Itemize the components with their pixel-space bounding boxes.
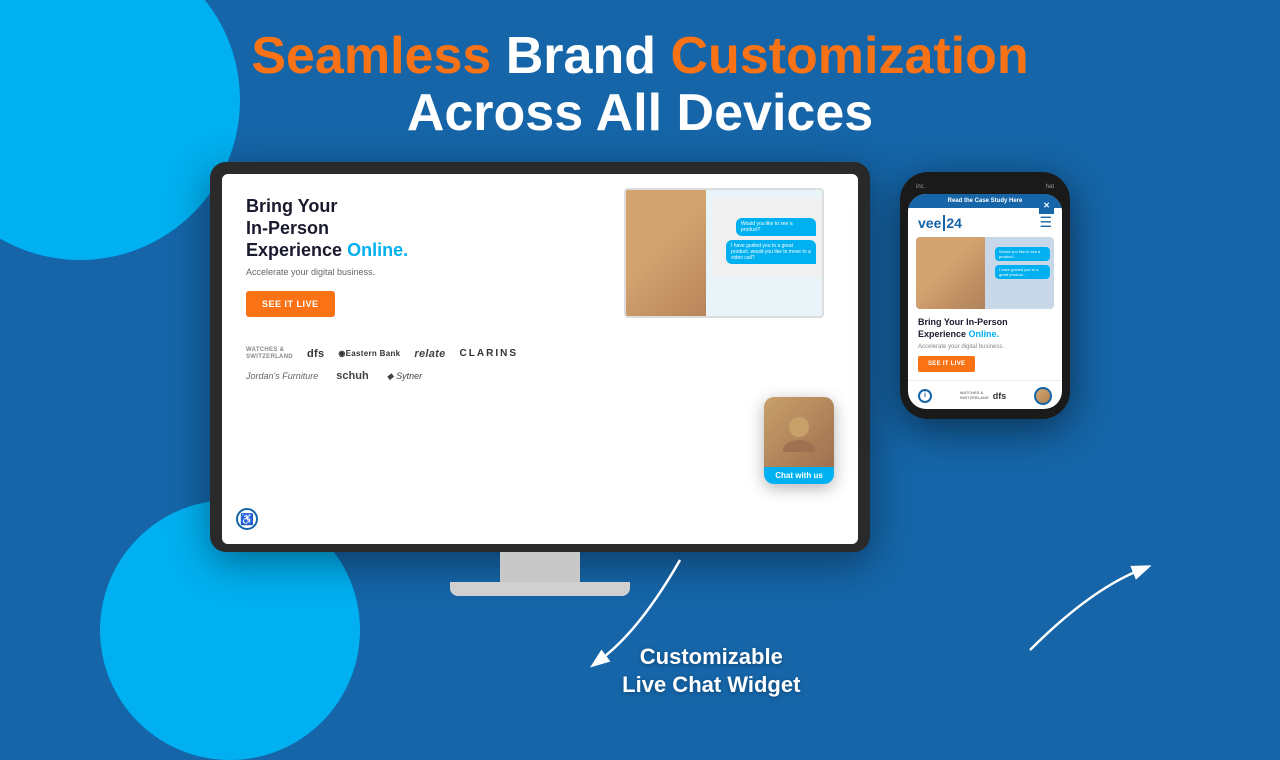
main-headline: Seamless Brand Customization Across All … xyxy=(0,28,1280,142)
hamburger-menu-icon[interactable]: ☰ xyxy=(1039,214,1052,231)
monitor-frame: Bring Your In-Person Experience Online. … xyxy=(210,162,870,552)
phone-logo: vee24 xyxy=(918,215,962,231)
chat-bubble-1: Would you like to see a product? xyxy=(736,218,816,236)
header: Seamless Brand Customization Across All … xyxy=(0,0,1280,152)
screen-logos-row1: WATCHES &SWITZERLAND dfs ◉Eastern Bank r… xyxy=(246,347,834,360)
logo-sytner: ◆ Sytner xyxy=(387,371,422,382)
screen-cta-button[interactable]: SEE IT LIVE xyxy=(246,291,335,317)
person-avatar-icon xyxy=(779,412,819,452)
headline-customization: Customization xyxy=(670,27,1028,85)
phone-logo-watches: WATCHES &SWITZERLAND xyxy=(960,391,989,400)
video-person xyxy=(626,190,706,316)
monitor-stand-neck xyxy=(500,552,580,582)
chat-bubble-2: I have guided you to a great product, wo… xyxy=(726,240,816,264)
phone-avatar xyxy=(1034,387,1052,405)
phone-time-text: hat xyxy=(1046,184,1054,190)
phone-content: Bring Your In-Person Experience Online. … xyxy=(908,309,1062,375)
phone-tagline: Accelerate your digital business. xyxy=(918,344,1052,350)
phone-bottom-bar: i WATCHES &SWITZERLAND dfs xyxy=(908,380,1062,409)
desktop-mockup: Bring Your In-Person Experience Online. … xyxy=(210,162,870,596)
logo-schuh: schuh xyxy=(336,370,368,382)
phone-headline-line1: Bring Your In-Person xyxy=(918,317,1008,327)
phone-notch-bar: inc. hat xyxy=(908,182,1062,194)
phone-mockup: inc. hat Read the Case Study Here ✕ vee2… xyxy=(900,172,1070,418)
phone-video-area: Would you like to see a product? I have … xyxy=(916,237,1054,309)
phone-top-banner[interactable]: Read the Case Study Here ✕ xyxy=(908,194,1062,208)
logo-clarins: CLARINS xyxy=(460,348,518,359)
logo-jordans: Jordan's Furniture xyxy=(246,371,318,381)
main-content: Bring Your In-Person Experience Online. … xyxy=(0,162,1280,596)
phone-cta-button[interactable]: SEE IT LIVE xyxy=(918,356,975,372)
phone-headline-online: Online. xyxy=(969,329,1000,339)
screen-video-area: Would you like to see a product? I have … xyxy=(624,188,844,318)
screen-inner: Bring Your In-Person Experience Online. … xyxy=(222,174,858,544)
phone-headline: Bring Your In-Person Experience Online. xyxy=(918,317,1052,340)
video-screen-content xyxy=(712,198,822,278)
screen-headline-line1: Bring Your xyxy=(246,196,337,216)
headline-brand: Brand xyxy=(491,27,670,85)
phone-frame: inc. hat Read the Case Study Here ✕ vee2… xyxy=(900,172,1070,418)
chat-widget-label: Chat with us xyxy=(764,467,834,485)
phone-logo-dfs: dfs xyxy=(993,391,1007,401)
screen-headline-line2: In-Person xyxy=(246,218,329,238)
phone-banner-text: Read the Case Study Here xyxy=(948,198,1023,204)
phone-bottom-logos: WATCHES &SWITZERLAND dfs xyxy=(960,391,1007,401)
screen-headline: Bring Your In-Person Experience Online. xyxy=(246,196,446,261)
headline-line2: Across All Devices xyxy=(407,84,873,142)
phone-headline-line2: Experience xyxy=(918,329,966,339)
accessibility-icon[interactable]: ♿ xyxy=(236,508,258,530)
arrow-to-caption xyxy=(580,540,780,680)
screen-logos-row2: Jordan's Furniture schuh ◆ Sytner xyxy=(246,370,834,382)
phone-video-person xyxy=(916,237,985,309)
info-label: i xyxy=(924,392,926,399)
chat-widget[interactable]: Chat with us xyxy=(764,397,834,485)
monitor-screen: Bring Your In-Person Experience Online. … xyxy=(222,174,858,544)
logo-watches: WATCHES &SWITZERLAND xyxy=(246,347,293,360)
arrow-to-phone xyxy=(1010,550,1160,670)
chat-widget-image xyxy=(764,397,834,467)
phone-banner-close[interactable]: ✕ xyxy=(1039,197,1054,214)
logo-relate: relate xyxy=(414,348,445,360)
logo-dfs: dfs xyxy=(307,348,324,360)
screen-headline-line3: Experience xyxy=(246,240,342,260)
headline-seamless: Seamless xyxy=(251,27,491,85)
logo-eastern-bank: ◉Eastern Bank xyxy=(338,349,400,358)
phone-signal-text: inc. xyxy=(916,184,925,190)
phone-screen: Read the Case Study Here ✕ vee24 ☰ Would… xyxy=(908,194,1062,408)
screen-headline-online: Online. xyxy=(347,240,408,260)
phone-info-icon[interactable]: i xyxy=(918,389,932,403)
video-monitor-mini: Would you like to see a product? I have … xyxy=(624,188,824,318)
phone-chat-bubble-2: I have guided you to a great product... xyxy=(995,265,1050,279)
phone-chat-bubble-1: Would you like to see a product? xyxy=(995,247,1050,261)
